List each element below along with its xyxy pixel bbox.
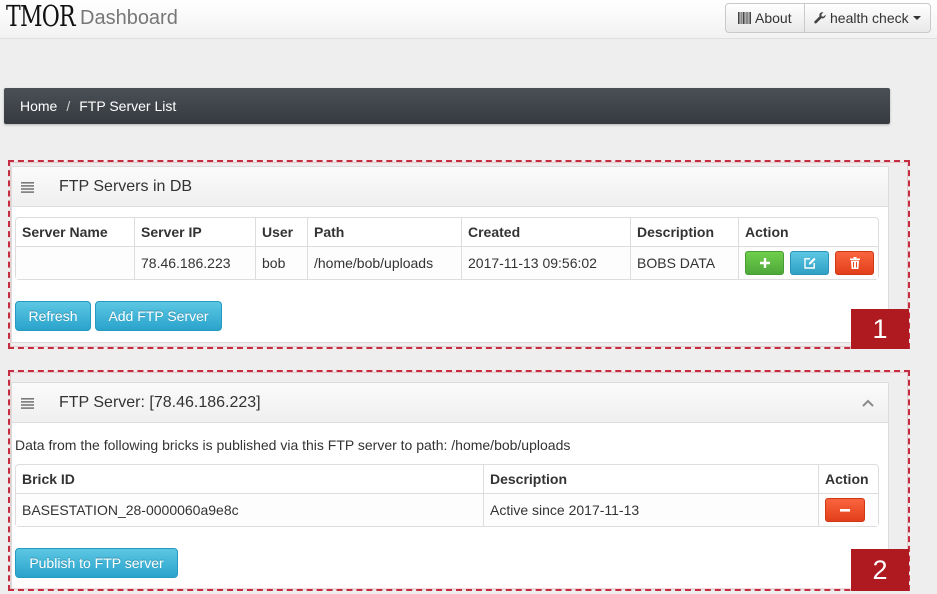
ftp-server-detail-panel: FTP Server: [78.46.186.223] Data from th… xyxy=(11,382,889,590)
wrench-icon xyxy=(814,12,826,24)
breadcrumb-separator: / xyxy=(66,98,71,114)
column-header-created[interactable]: Created xyxy=(461,218,630,247)
cell-actions xyxy=(818,494,878,526)
add-ftp-server-button[interactable]: Add FTP Server xyxy=(95,301,222,331)
publish-info-text: Data from the following bricks is publis… xyxy=(15,437,571,453)
brand-logo[interactable]: TMOR xyxy=(6,0,76,33)
minus-icon xyxy=(840,508,850,512)
column-header-server-ip[interactable]: Server IP xyxy=(134,218,255,247)
about-label: About xyxy=(755,10,792,26)
delete-button[interactable] xyxy=(835,251,874,275)
annotation-number-1: 1 xyxy=(851,309,909,349)
ftp-servers-panel: FTP Servers in DB Server Name Server IP … xyxy=(11,166,889,343)
caret-down-icon xyxy=(912,16,921,20)
column-header-user[interactable]: User xyxy=(255,218,307,247)
publish-to-ftp-server-button[interactable]: Publish to FTP server xyxy=(15,548,178,578)
edit-icon xyxy=(803,257,816,269)
panel-header: FTP Servers in DB xyxy=(12,167,888,207)
panel-title: FTP Server: [78.46.186.223] xyxy=(59,394,261,411)
trash-icon xyxy=(849,257,860,269)
health-check-label: health check xyxy=(830,10,909,26)
health-check-dropdown[interactable]: health check xyxy=(804,3,931,33)
navbar-button-group: About health check xyxy=(725,3,931,33)
column-header-description[interactable]: Description xyxy=(483,465,818,494)
ftp-servers-table: Server Name Server IP User Path Created … xyxy=(15,217,879,280)
barcode-icon xyxy=(738,12,751,24)
bricks-table: Brick ID Description Action BASESTATION_… xyxy=(15,464,879,527)
cell-created: 2017-11-13 09:56:02 xyxy=(461,247,630,279)
cell-brick-id: BASESTATION_28-0000060a9e8c xyxy=(16,494,483,526)
cell-description: BOBS DATA xyxy=(630,247,738,279)
table-header-row: Server Name Server IP User Path Created … xyxy=(16,218,878,247)
cell-path: /home/bob/uploads xyxy=(307,247,461,279)
panel-title: FTP Servers in DB xyxy=(59,178,193,195)
column-header-description[interactable]: Description xyxy=(630,218,738,247)
chevron-up-icon[interactable] xyxy=(862,399,874,407)
edit-button[interactable] xyxy=(790,251,829,275)
cell-server-name xyxy=(16,247,134,279)
column-header-action: Action xyxy=(818,465,878,494)
remove-brick-button[interactable] xyxy=(825,498,865,522)
table-row[interactable]: BASESTATION_28-0000060a9e8c Active since… xyxy=(16,494,878,526)
panel-header: FTP Server: [78.46.186.223] xyxy=(12,383,888,423)
table-row[interactable]: 78.46.186.223 bob /home/bob/uploads 2017… xyxy=(16,247,878,279)
list-icon xyxy=(21,182,34,193)
cell-actions xyxy=(738,247,878,279)
cell-user: bob xyxy=(255,247,307,279)
breadcrumb: Home / FTP Server List xyxy=(4,88,890,124)
refresh-button[interactable]: Refresh xyxy=(15,301,91,331)
list-icon xyxy=(21,398,34,409)
column-header-server-name[interactable]: Server Name xyxy=(16,218,134,247)
about-button[interactable]: About xyxy=(725,3,805,33)
table-header-row: Brick ID Description Action xyxy=(16,465,878,494)
cell-description: Active since 2017-11-13 xyxy=(483,494,818,526)
column-header-brick-id[interactable]: Brick ID xyxy=(16,465,483,494)
breadcrumb-home-link[interactable]: Home xyxy=(20,98,57,114)
brand-title[interactable]: Dashboard xyxy=(80,6,178,30)
annotation-number-2: 2 xyxy=(851,549,909,591)
column-header-path[interactable]: Path xyxy=(307,218,461,247)
cell-server-ip: 78.46.186.223 xyxy=(134,247,255,279)
add-button[interactable] xyxy=(745,251,784,275)
column-header-action: Action xyxy=(738,218,878,247)
breadcrumb-current: FTP Server List xyxy=(79,98,177,114)
top-navbar: TMOR Dashboard About health check xyxy=(0,0,937,39)
plus-icon xyxy=(759,258,770,268)
